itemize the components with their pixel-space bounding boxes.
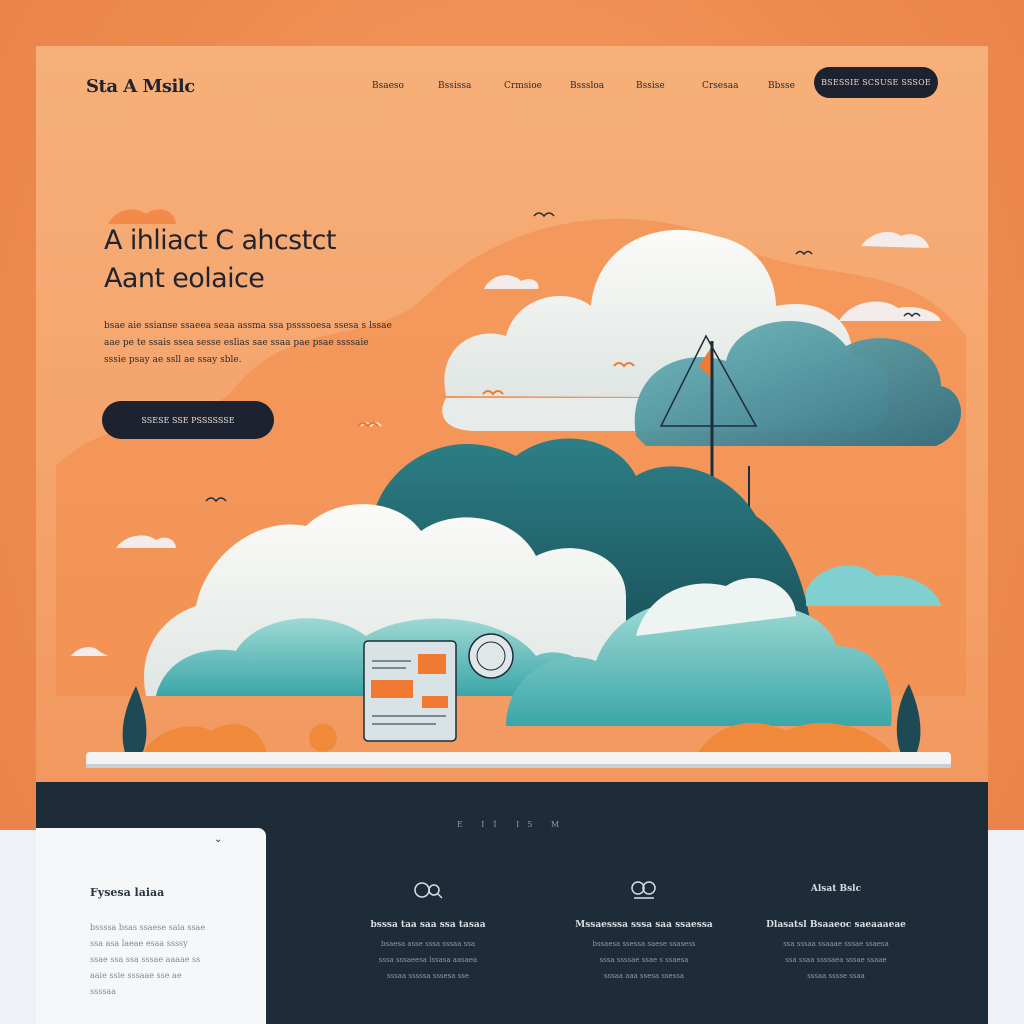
info-card-line-4: aaie ssie sssaae sse ae: [90, 971, 182, 980]
hero-cta-button[interactable]: SSESE SSE PSSSSSSE: [102, 401, 274, 439]
hero-body-line-3: sssie psay ae ssll ae ssay sble.: [104, 355, 242, 365]
hero-body-line-2: aae pe te ssais ssea sesse eslias sae ss…: [104, 338, 369, 348]
chain-icon: [631, 881, 656, 899]
nav-links: Bsaeso Bssissa Crmsioe Bsssloa Bssise Cr…: [372, 81, 834, 91]
hero-title: A ihliact C ahcstct Aant eolaice: [104, 222, 424, 298]
hero-body-line-1: bsae aie ssianse ssaeea seaa assma ssa p…: [104, 321, 392, 331]
ground-platform: [86, 752, 951, 766]
feature-1-body: bsaesa asse sssa sssaa ssa sssa sssaeesa…: [328, 936, 528, 984]
feature-2-line-2: sssa ssssae ssae s ssaesa: [599, 956, 689, 964]
nav-link-6[interactable]: Crsesaa: [702, 81, 768, 91]
nav-link-2[interactable]: Bssissa: [438, 81, 504, 91]
tree-left: [122, 686, 147, 756]
link-icon: [414, 882, 443, 899]
features-section: E I1 I5 M ⌄ Fysesa laiaa bssssa bsas ssa…: [36, 782, 988, 1024]
hero-body: bsae aie ssianse ssaeea seaa assma ssa p…: [104, 318, 394, 369]
feature-2-line-3: sssaa aaa ssesa ssessa: [603, 972, 685, 980]
feature-1-line-2: sssa sssaeesa lssasa aasaea: [378, 956, 478, 964]
info-card-line-5: ssssaa: [90, 987, 116, 996]
feature-column-3: Alsat Bslc Dlasatsl Bsaaeoc saeaaaeae ss…: [736, 884, 936, 984]
feature-column-2: Mssaesssa sssa saa ssaessa bssaesa ssess…: [544, 878, 744, 984]
nav-link-5[interactable]: Bssise: [636, 81, 702, 91]
nav-link-3[interactable]: Crmsioe: [504, 81, 570, 91]
feature-3-line-1: ssa sssaa ssaaae sssae ssaesa: [783, 940, 889, 948]
orange-bush-right: [696, 723, 896, 756]
bird-2: [795, 250, 813, 256]
hero-title-line-2: Aant eolaice: [104, 263, 265, 294]
info-card[interactable]: ⌄ Fysesa laiaa bssssa bsas ssaese saia s…: [36, 828, 266, 1024]
info-card-body: bssssa bsas ssaese saia ssae ssa asa lae…: [90, 920, 240, 1000]
site-logo[interactable]: Sta A Msilc: [86, 76, 195, 97]
nav-link-4[interactable]: Bsssloa: [570, 81, 636, 91]
top-navigation: Sta A Msilc Bsaeso Bssissa Crmsioe Bsssl…: [36, 46, 988, 126]
orange-dot: [309, 724, 337, 752]
feature-column-1: bsssa taa saa ssa tasaa bsaesa asse sssa…: [328, 878, 528, 984]
nav-cta-button[interactable]: BSESSIE SCSUSE SSSOE: [814, 67, 938, 98]
feature-2-line-1: bssaesa ssessa saese ssasess: [592, 940, 696, 948]
info-card-title: Fysesa laiaa: [90, 886, 165, 899]
info-card-line-2: ssa asa laeae esaa ssssy: [90, 939, 188, 948]
feature-1-title: bsssa taa saa ssa tasaa: [370, 920, 486, 930]
hero-title-line-1: A ihliact C ahcstct: [104, 225, 336, 256]
feature-3-heading: Alsat Bslc: [810, 884, 862, 894]
feature-1-line-1: bsaesa asse sssa sssaa ssa: [381, 940, 475, 948]
chevron-down-icon[interactable]: ⌄: [214, 834, 222, 845]
nav-link-1[interactable]: Bsaeso: [372, 81, 438, 91]
cloud-small-top-right: [861, 231, 929, 248]
feature-2-title: Mssaesssa sssa saa ssaessa: [575, 920, 713, 930]
feature-3-title: Dlasatsl Bsaaeoc saeaaaeae: [766, 920, 906, 930]
landing-page: Sta A Msilc Bsaeso Bssissa Crmsioe Bsssl…: [36, 46, 988, 1024]
orange-bush-left: [141, 724, 268, 756]
feature-1-line-3: sssaa sssssa sssesa sse: [387, 972, 469, 980]
feature-3-line-3: sssaa sssse ssaa: [807, 972, 865, 980]
feature-3-body: ssa sssaa ssaaae sssae ssaesa ssa ssaa s…: [736, 936, 936, 984]
feature-3-line-2: ssa ssaa ssssaea sssae ssaae: [785, 956, 887, 964]
feature-2-body: bssaesa ssessa saese ssasess sssa ssssae…: [544, 936, 744, 984]
info-card-line-3: ssae ssa ssa sssae aaaae ss: [90, 955, 201, 964]
bird-1: [533, 212, 555, 218]
info-card-line-1: bssssa bsas ssaese saia ssae: [90, 923, 206, 932]
